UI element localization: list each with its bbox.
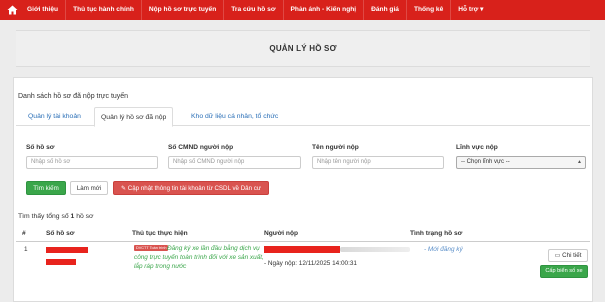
ten-nguoi-nop-label: Tên người nộp	[312, 144, 359, 151]
page-title: QUẢN LÝ HỒ SƠ	[269, 44, 337, 53]
result-number: 1	[70, 213, 75, 220]
row-index: 1	[24, 246, 28, 253]
detail-label: Chi tiết	[562, 252, 582, 259]
so-ho-so-input[interactable]: Nhập số hồ sơ	[26, 156, 158, 169]
nav-nop-ho-so[interactable]: Nộp hồ sơ trực tuyến	[149, 0, 216, 20]
so-ho-so-label: Số hồ sơ	[26, 144, 55, 151]
linh-vuc-selected: -- Chọn lĩnh vực --	[461, 159, 510, 165]
file-icon: ▭	[554, 252, 561, 259]
issue-plate-button[interactable]: Cấp biển số xe	[540, 265, 588, 278]
search-button[interactable]: Tìm kiếm	[26, 181, 66, 195]
status-text: - Mới đăng ký	[424, 246, 463, 253]
col-thu-tuc-header: Thủ tục thực hiện	[132, 230, 188, 237]
col-index-header: #	[22, 230, 26, 237]
result-suffix: hồ sơ	[76, 213, 94, 220]
nav-divider	[140, 0, 142, 20]
nav-divider	[405, 0, 407, 20]
redacted-so-ho-so	[46, 247, 88, 253]
procedure-text: Đăng ký xe lần đầu bằng dịch vụ công trự…	[134, 245, 264, 270]
result-count: Tìm thấy tổng số 1 hồ sơ	[18, 213, 94, 220]
cmnd-label: Số CMND người nộp	[168, 144, 234, 151]
redacted-nguoi-nop	[264, 246, 340, 253]
linh-vuc-label: Lĩnh vực nộp	[456, 144, 498, 151]
nav-tra-cuu[interactable]: Tra cứu hồ sơ	[231, 0, 275, 20]
nav-divider	[450, 0, 452, 20]
page-header: QUẢN LÝ HỒ SƠ	[16, 30, 590, 67]
table-header-divider	[16, 241, 590, 242]
nav-phan-anh[interactable]: Phản ánh - Kiến nghị	[291, 0, 357, 20]
nav-gioi-thieu[interactable]: Giới thiệu	[27, 0, 58, 20]
top-navbar: Giới thiệu Thủ tục hành chính Nộp hồ sơ …	[0, 0, 605, 20]
redacted-nguoi-nop-detail	[340, 247, 410, 252]
tab-quan-ly-tai-khoan[interactable]: Quản lý tài khoản	[22, 107, 87, 126]
panel-heading: Danh sách hồ sơ đã nộp trực tuyến	[18, 93, 129, 100]
update-account-label: Cập nhật thông tin tài khoản từ CSDL về …	[127, 185, 262, 192]
select-arrows-icon: ▲	[577, 159, 582, 165]
cmnd-input[interactable]: Nhập số CMND người nộp	[168, 156, 301, 169]
linh-vuc-select[interactable]: -- Chọn lĩnh vực -- ▲	[456, 156, 586, 169]
redacted-so-ho-so	[46, 259, 76, 265]
tab-bar: Quản lý tài khoản Quản lý hồ sơ đã nộp K…	[16, 107, 590, 127]
col-so-ho-so-header: Số hồ sơ	[46, 230, 75, 237]
nav-thong-ke[interactable]: Thống kê	[414, 0, 443, 20]
nav-divider	[65, 0, 67, 20]
pencil-icon: ✎	[120, 186, 127, 192]
nav-divider	[363, 0, 365, 20]
ten-nguoi-nop-input[interactable]: Nhập tên người nộp	[312, 156, 444, 169]
nav-ho-tro[interactable]: Hỗ trợ ▾	[458, 0, 483, 20]
tab-quan-ly-ho-so[interactable]: Quản lý hồ sơ đã nộp	[94, 107, 174, 127]
submitted-date: - Ngày nộp: 12/11/2025 14:00:31	[264, 260, 357, 267]
reset-button[interactable]: Làm mới	[70, 181, 108, 195]
nav-divider	[282, 0, 284, 20]
nav-danh-gia[interactable]: Đánh giá	[371, 0, 399, 20]
home-icon[interactable]	[0, 0, 24, 20]
detail-button[interactable]: ▭ Chi tiết	[548, 249, 588, 262]
update-account-button[interactable]: ✎ Cập nhật thông tin tài khoản từ CSDL v…	[113, 181, 269, 195]
nav-divider	[223, 0, 225, 20]
result-prefix: Tìm thấy tổng số	[18, 213, 69, 220]
tab-kho-du-lieu[interactable]: Kho dữ liệu cá nhân, tổ chức	[185, 107, 284, 126]
main-panel: Danh sách hồ sơ đã nộp trực tuyến Quản l…	[13, 77, 593, 302]
col-tinh-trang-header: Tình trạng hồ sơ	[410, 230, 463, 237]
nav-thu-tuc[interactable]: Thủ tục hành chính	[73, 0, 134, 20]
col-nguoi-nop-header: Người nộp	[264, 230, 298, 237]
